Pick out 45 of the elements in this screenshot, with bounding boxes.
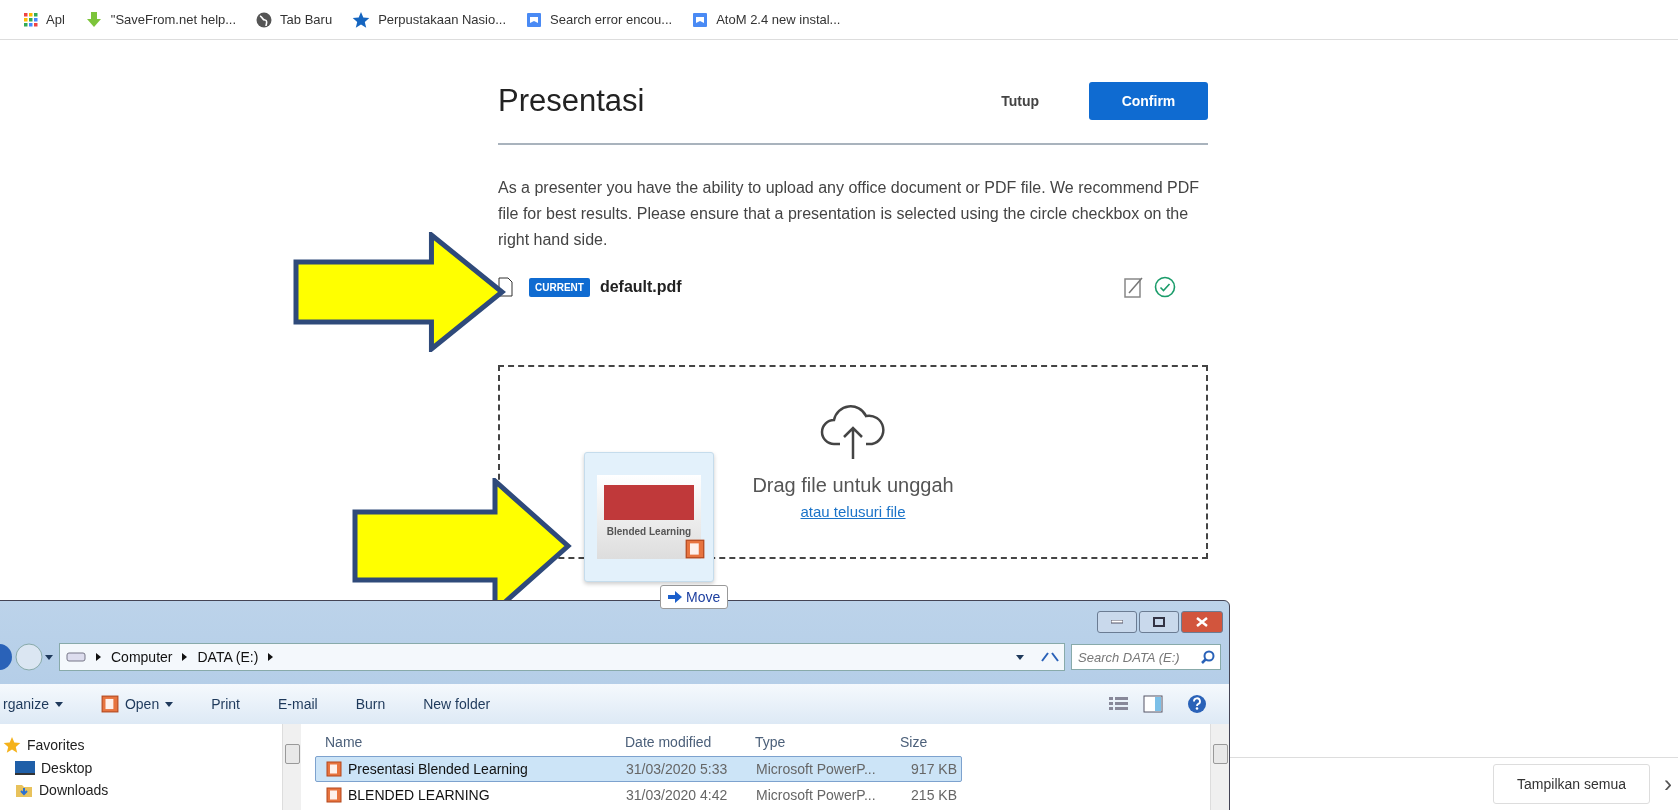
- column-header[interactable]: Type: [745, 724, 890, 756]
- column-header[interactable]: Name: [315, 724, 615, 756]
- slide-title: Blended Learning: [606, 526, 692, 537]
- browse-file-link[interactable]: atau telusuri file: [800, 503, 906, 520]
- dropzone-prompt: Drag file untuk unggah: [752, 474, 954, 497]
- toolbar-button[interactable]: Print: [209, 694, 242, 714]
- toolbar-button[interactable]: E-mail: [275, 694, 320, 714]
- breadcrumb-item[interactable]: DATA (E:): [197, 649, 259, 665]
- description-text: As a presenter you have the ability to upload any office document or PDF file. We recommend PDF file for best results. Please ensure that a presentation is selected using the circle checkbox on the right hand side.: [498, 178, 1201, 250]
- bookmark-link[interactable]: Perpustakaan Nasio...: [352, 10, 507, 29]
- nav-item[interactable]: Favorites: [3, 736, 282, 754]
- nav-item[interactable]: Desktop: [3, 760, 282, 776]
- move-label: Move: [686, 589, 721, 605]
- bookmark-link[interactable]: "SaveFrom.net help...: [84, 10, 237, 29]
- bookmark-link[interactable]: Apl: [24, 12, 65, 27]
- file-name: default.pdf: [599, 278, 683, 296]
- table-cell-text: 31/03/2020 4:42: [625, 787, 729, 803]
- column-header[interactable]: Date modified: [615, 724, 745, 756]
- file-row[interactable]: Presentasi Blended Learning 31/03/2020 5:33 Microsoft PowerP... 917 KB: [315, 756, 962, 782]
- current-badge: CURRENT: [529, 277, 590, 297]
- nav-item[interactable]: Downloads: [3, 782, 282, 798]
- show-all-button[interactable]: Tampilkan semua: [1493, 764, 1650, 804]
- toolbar-button[interactable]: rganize: [1, 694, 65, 714]
- dialog-title: Presentasi: [498, 83, 646, 119]
- chevron-text[interactable]: ›: [1664, 770, 1672, 798]
- confirm-button[interactable]: Confirm: [1089, 82, 1208, 120]
- table-cell-text: Microsoft PowerP...: [755, 761, 877, 777]
- address-bar[interactable]: Computer DATA (E:): [59, 643, 1065, 671]
- table-cell-text: 917 KB: [910, 761, 958, 777]
- breadcrumb-item[interactable]: Computer: [111, 649, 173, 665]
- close-button[interactable]: Tutup: [995, 87, 1045, 115]
- toolbar-button[interactable]: Burn: [353, 694, 388, 714]
- toolbar-button[interactable]: Open: [98, 693, 176, 715]
- file-row[interactable]: BLENDED LEARNING 31/03/2020 4:42 Microsoft PowerP... 215 KB: [315, 782, 962, 808]
- column-header[interactable]: Size: [890, 724, 960, 756]
- table-cell-text: 215 KB: [910, 787, 958, 803]
- search-field[interactable]: Search DATA (E:): [1071, 644, 1221, 670]
- table-cell-text: 31/03/2020 5:33: [625, 761, 729, 777]
- bookmark-link[interactable]: Tab Baru: [256, 11, 333, 28]
- table-cell: BLENDED LEARNING: [316, 787, 616, 803]
- bookmark-link[interactable]: AtoM 2.4 new instal...: [692, 11, 841, 28]
- table-cell-text: Microsoft PowerP...: [755, 787, 877, 803]
- bookmark-link[interactable]: Search error encou...: [526, 11, 673, 28]
- table-cell: Presentasi Blended Learning: [316, 761, 616, 777]
- toolbar-button[interactable]: New folder: [421, 694, 493, 714]
